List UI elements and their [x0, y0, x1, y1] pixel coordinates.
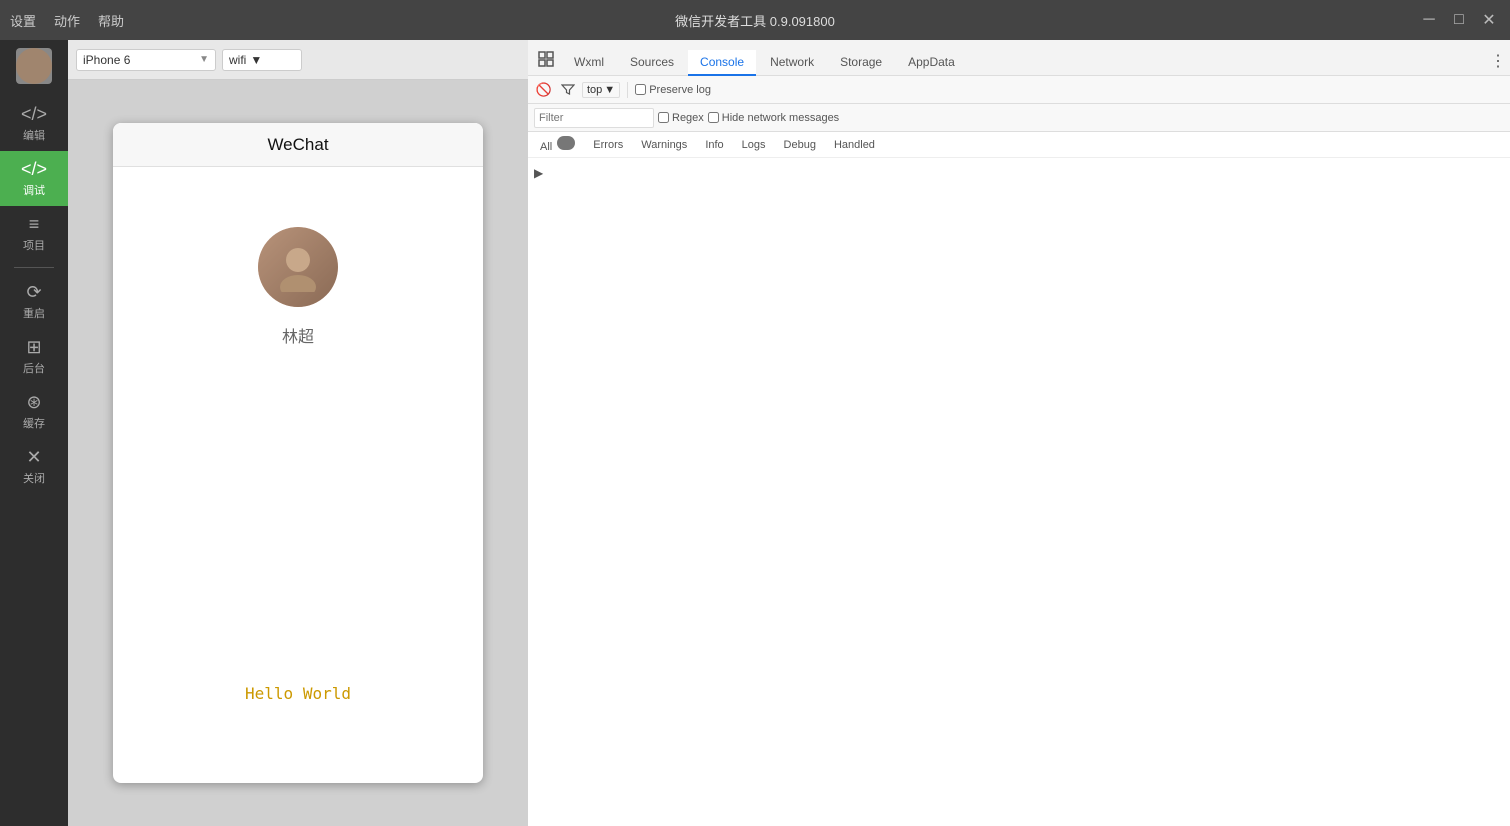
sidebar-item-restart[interactable]: ⟳ 重启 [0, 274, 68, 329]
network-selector[interactable]: wifi ▼ [222, 49, 302, 71]
preserve-log-checkbox[interactable] [635, 84, 646, 95]
debug-icon: </> [21, 159, 47, 180]
tab-wxml[interactable]: Wxml [562, 50, 616, 76]
title-bar-menu: 设置 动作 帮助 [10, 11, 124, 30]
save-icon: ⊛ [26, 392, 41, 413]
regex-checkbox-label[interactable]: Regex [658, 112, 704, 124]
context-label: top [587, 84, 602, 96]
menu-settings[interactable]: 设置 [10, 11, 36, 30]
tab-console[interactable]: Console [688, 50, 756, 76]
device-screen-wrapper: WeChat 林超 Hello World [68, 80, 528, 826]
log-level-row: All Errors Warnings Info Logs Debug Hand… [528, 132, 1510, 158]
device-selector-arrow: ▼ [199, 54, 209, 65]
device-screen: WeChat 林超 Hello World [113, 123, 483, 783]
funnel-icon [561, 83, 575, 97]
restart-icon: ⟳ [26, 282, 41, 303]
devtools-panel: Wxml Sources Console Network Storage App… [528, 40, 1510, 826]
tab-storage[interactable]: Storage [828, 50, 894, 76]
hide-network-checkbox-label[interactable]: Hide network messages [708, 112, 839, 124]
edit-icon: </> [21, 104, 47, 125]
project-icon: ≡ [29, 214, 40, 235]
sidebar-item-close[interactable]: ✕ 关闭 [0, 439, 68, 494]
log-level-handled[interactable]: Handled [828, 137, 881, 153]
sidebar-item-label-debug: 调试 [23, 182, 45, 198]
log-level-warnings[interactable]: Warnings [635, 137, 693, 153]
context-selector[interactable]: top ▼ [582, 82, 620, 98]
log-level-all-badge [557, 136, 575, 150]
device-screen-content: 林超 Hello World [113, 167, 483, 783]
device-selector[interactable]: iPhone 6 ▼ [76, 49, 216, 71]
regex-label: Regex [672, 112, 704, 124]
profile-avatar-image [258, 227, 338, 307]
devtools-tabs: Wxml Sources Console Network Storage App… [528, 40, 1510, 76]
tab-network[interactable]: Network [758, 50, 826, 76]
avatar[interactable] [16, 48, 52, 84]
devtools-toolbar: 🚫 top ▼ Preserve log [528, 76, 1510, 104]
sidebar-item-label-backend: 后台 [23, 360, 45, 376]
filter-icon [558, 80, 578, 100]
devtools-more-button[interactable]: ⋮ [1490, 51, 1506, 71]
device-toolbar: iPhone 6 ▼ wifi ▼ [68, 40, 528, 80]
log-level-debug[interactable]: Debug [778, 137, 822, 153]
network-name: wifi [229, 53, 246, 67]
device-panel: iPhone 6 ▼ wifi ▼ WeChat [68, 40, 528, 826]
device-screen-header: WeChat [113, 123, 483, 167]
log-level-logs[interactable]: Logs [736, 137, 772, 153]
avatar-image [16, 48, 52, 84]
tab-inspect-icon[interactable] [532, 45, 560, 73]
sidebar-item-edit[interactable]: </> 编辑 [0, 96, 68, 151]
close-button[interactable]: ✕ [1478, 9, 1500, 31]
profile-avatar-svg [273, 242, 323, 292]
log-level-info[interactable]: Info [699, 137, 729, 153]
window-controls: ─ □ ✕ [1418, 9, 1500, 31]
sidebar-item-label-close: 关闭 [23, 470, 45, 486]
menu-help[interactable]: 帮助 [98, 11, 124, 30]
devtools-console-content: ▶ [528, 158, 1510, 826]
network-selector-arrow: ▼ [250, 53, 262, 67]
maximize-button[interactable]: □ [1448, 9, 1470, 31]
regex-checkbox[interactable] [658, 112, 669, 123]
profile-name: 林超 [282, 323, 314, 347]
sidebar-item-label-save: 缓存 [23, 415, 45, 431]
sidebar-item-save[interactable]: ⊛ 缓存 [0, 384, 68, 439]
tab-appdata[interactable]: AppData [896, 50, 967, 76]
hide-network-checkbox[interactable] [708, 112, 719, 123]
profile-avatar [258, 227, 338, 307]
sidebar-item-label-restart: 重启 [23, 305, 45, 321]
log-level-all-label: All [540, 141, 552, 153]
sidebar-item-label-project: 项目 [23, 237, 45, 253]
toolbar-separator-1 [627, 82, 628, 98]
devtools-filter-toolbar: Regex Hide network messages [528, 104, 1510, 132]
backend-icon: ⊞ [26, 337, 41, 358]
preserve-log-label: Preserve log [649, 84, 711, 96]
title-bar: 设置 动作 帮助 微信开发者工具 0.9.091800 ─ □ ✕ [0, 0, 1510, 40]
clear-console-button[interactable]: 🚫 [534, 80, 554, 100]
app-title: 微信开发者工具 0.9.091800 [675, 11, 835, 30]
main-container: </> 编辑 </> 调试 ≡ 项目 ⟳ 重启 ⊞ 后台 ⊛ 缓存 ✕ 关闭 [0, 40, 1510, 826]
log-level-errors[interactable]: Errors [587, 137, 629, 153]
wechat-title: WeChat [267, 135, 328, 155]
hide-network-label: Hide network messages [722, 112, 839, 124]
device-name: iPhone 6 [83, 53, 130, 67]
inspect-icon [538, 51, 554, 67]
sidebar: </> 编辑 </> 调试 ≡ 项目 ⟳ 重启 ⊞ 后台 ⊛ 缓存 ✕ 关闭 [0, 40, 68, 826]
sidebar-divider [14, 267, 54, 268]
expand-arrow[interactable]: ▶ [534, 166, 543, 180]
sidebar-item-project[interactable]: ≡ 项目 [0, 206, 68, 261]
context-arrow: ▼ [604, 84, 615, 96]
close-icon: ✕ [26, 447, 41, 468]
hello-world-text: Hello World [245, 684, 351, 703]
filter-input[interactable] [534, 108, 654, 128]
sidebar-item-backend[interactable]: ⊞ 后台 [0, 329, 68, 384]
preserve-log-checkbox-label[interactable]: Preserve log [635, 84, 711, 96]
sidebar-item-debug[interactable]: </> 调试 [0, 151, 68, 206]
log-level-all[interactable]: All [534, 134, 581, 155]
minimize-button[interactable]: ─ [1418, 9, 1440, 31]
menu-action[interactable]: 动作 [54, 11, 80, 30]
tab-sources[interactable]: Sources [618, 50, 686, 76]
sidebar-item-label-edit: 编辑 [23, 127, 45, 143]
